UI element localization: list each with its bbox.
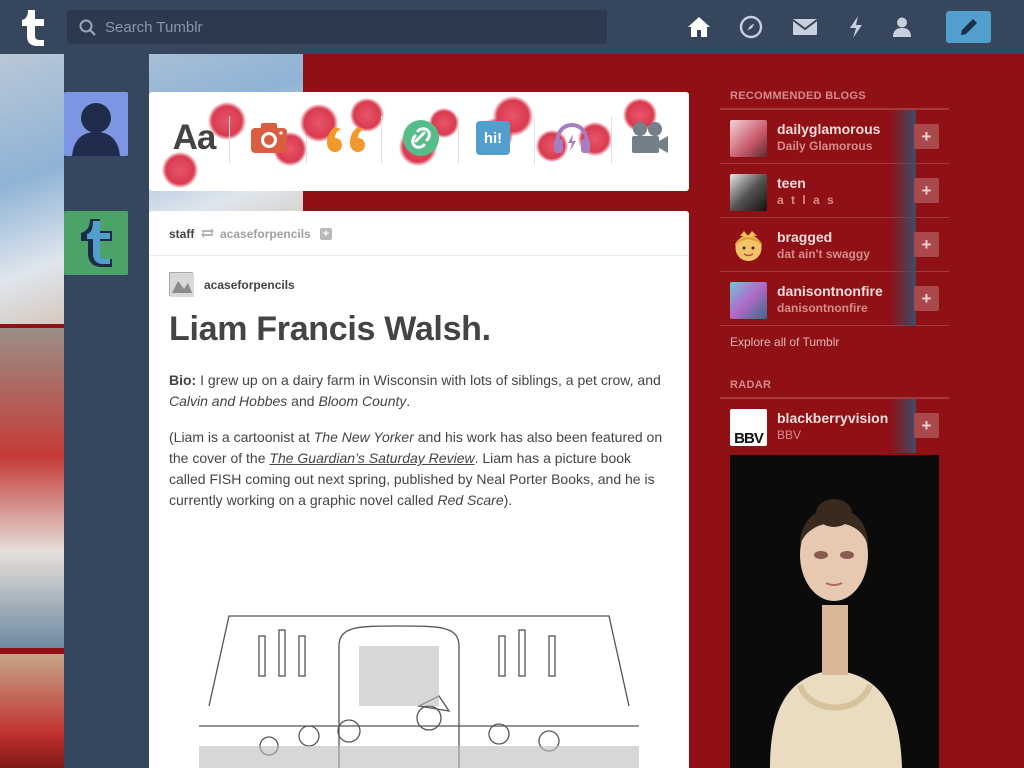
search-box[interactable] [67, 10, 607, 44]
blog-avatar: BBV [730, 409, 767, 446]
bio-label: Bio: [169, 372, 197, 388]
video-post-button[interactable] [619, 98, 679, 168]
follow-button[interactable]: + [914, 178, 939, 203]
messages-icon[interactable] [792, 14, 818, 40]
link-post-button[interactable] [391, 108, 459, 168]
post-title: Liam Francis Walsh. [169, 310, 491, 348]
reblog-icon [201, 228, 214, 238]
follow-button[interactable]: + [914, 232, 939, 257]
blog-subtitle: BBV [777, 428, 802, 442]
guardian-link[interactable]: The Guardian’s Saturday Review [269, 450, 474, 466]
search-input[interactable] [105, 10, 595, 44]
body-italic-2: Red Scare [437, 492, 504, 508]
camera-icon [251, 123, 287, 153]
link-icon [403, 120, 439, 156]
reblog-source-link[interactable]: acaseforpencils [220, 227, 311, 241]
follow-button[interactable]: + [914, 413, 939, 438]
chat-icon: hi! [476, 121, 510, 155]
chat-post-button[interactable]: hi! [463, 96, 533, 168]
recommended-blog[interactable]: bragged dat ain't swaggy + [720, 218, 949, 272]
blog-name: teen [777, 175, 806, 191]
body-text-d: ). [503, 492, 513, 508]
post-type-bar: Aa hi! [149, 92, 689, 191]
audio-icon [554, 122, 590, 153]
bio-italic-1: Calvin and Hobbes [169, 393, 288, 409]
blog-avatar [730, 228, 767, 265]
post-bio-paragraph: Bio: I grew up on a dairy farm in Wiscon… [169, 370, 669, 412]
body-italic-1: The New Yorker [313, 429, 414, 445]
radar-heading: RADAR [730, 379, 772, 391]
dashboard-rail [64, 54, 149, 768]
account-icon[interactable] [889, 14, 915, 40]
blog-name: dailyglamorous [777, 121, 881, 137]
bio-text-3: . [406, 393, 411, 409]
blog-subtitle: dat ain't swaggy [777, 247, 870, 261]
top-header [0, 0, 1024, 54]
compose-button[interactable] [946, 11, 991, 43]
home-icon[interactable] [686, 14, 712, 40]
blog-name: danisontnonfire [777, 283, 883, 299]
blog-subtitle: Daily Glamorous [777, 139, 873, 153]
search-icon [79, 19, 96, 36]
tumblr-logo[interactable] [14, 6, 52, 48]
post-header: staff acaseforpencils + [149, 211, 689, 256]
follow-button[interactable]: + [914, 124, 939, 149]
text-post-button[interactable]: Aa [162, 102, 246, 188]
blog-subtitle: a t l a s [777, 193, 836, 207]
recommended-heading: RECOMMENDED BLOGS [730, 90, 866, 102]
follow-source-button[interactable]: + [320, 228, 332, 240]
post-cartoon-image[interactable] [199, 606, 639, 768]
explore-all-link[interactable]: Explore all of Tumblr [730, 335, 839, 349]
radar-blog[interactable]: BBV blackberryvision BBV + [720, 399, 949, 453]
recommended-blog[interactable]: danisontnonfire danisontnonfire + [720, 272, 949, 326]
quote-icon [327, 127, 365, 152]
explore-icon[interactable] [738, 14, 764, 40]
blog-avatar [730, 120, 767, 157]
bio-text-1: I grew up on a dairy farm in Wisconsin w… [196, 372, 661, 388]
recommended-blog[interactable]: dailyglamorous Daily Glamorous + [720, 110, 949, 164]
body-text-a: (Liam is a cartoonist at [169, 429, 314, 445]
chat-icon-label: hi! [483, 129, 503, 147]
staff-avatar[interactable] [64, 211, 128, 275]
audio-post-button[interactable] [536, 108, 612, 168]
blog-name: bragged [777, 229, 833, 245]
dashboard-post: staff acaseforpencils + acaseforpencils … [149, 211, 689, 768]
post-body-paragraph: (Liam is a cartoonist at The New Yorker … [169, 427, 669, 511]
blog-subtitle: danisontnonfire [777, 301, 868, 315]
bio-text-2: and [287, 393, 319, 409]
pencil-icon [960, 19, 977, 35]
original-author-link[interactable]: acaseforpencils [204, 278, 295, 292]
blog-name: blackberryvision [777, 410, 889, 426]
radar-post-image[interactable] [730, 455, 939, 768]
blog-avatar [730, 174, 767, 211]
photo-post-button[interactable] [239, 108, 307, 168]
follow-button[interactable]: + [914, 286, 939, 311]
blog-avatar-text: BBV [734, 430, 764, 446]
blog-avatar [730, 282, 767, 319]
post-author-link[interactable]: staff [169, 227, 194, 241]
my-avatar[interactable] [64, 92, 128, 156]
quote-post-button[interactable] [300, 98, 384, 168]
reblog-avatar[interactable] [169, 272, 194, 297]
recommended-blog[interactable]: teen a t l a s + [720, 164, 949, 218]
video-icon [632, 122, 668, 153]
bio-italic-2: Bloom County [318, 393, 407, 409]
activity-icon[interactable] [843, 14, 869, 40]
text-icon: Aa [172, 118, 217, 157]
